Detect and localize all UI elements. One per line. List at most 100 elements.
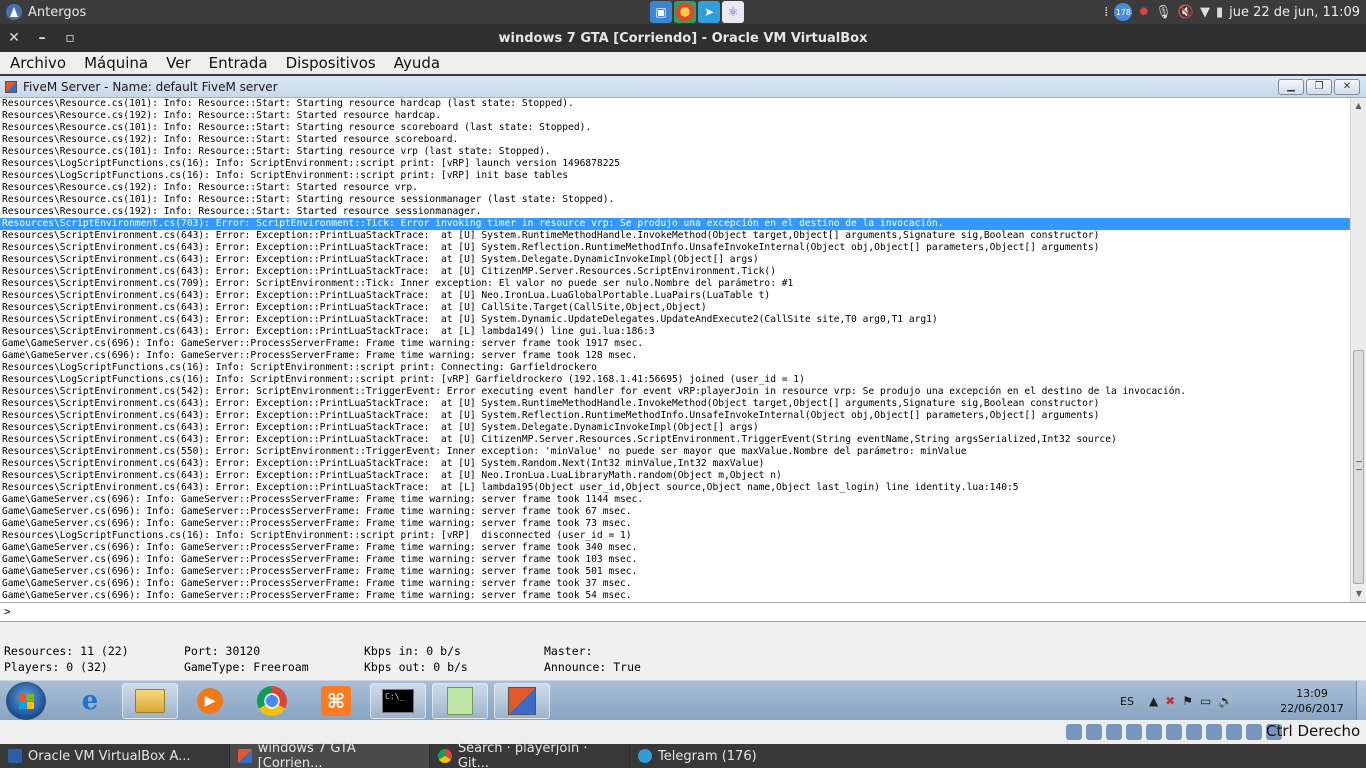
host-clock[interactable]: jue 22 de jun, 11:09 — [1229, 5, 1360, 20]
log-line[interactable]: Resources\ScriptEnvironment.cs(643): Err… — [0, 458, 1350, 470]
log-line[interactable]: Resources\ScriptEnvironment.cs(643): Err… — [0, 326, 1350, 338]
log-line[interactable]: Game\GameServer.cs(696): Info: GameServe… — [0, 578, 1350, 590]
log-line[interactable]: Resources\ScriptEnvironment.cs(703): Err… — [0, 218, 1350, 230]
log-line[interactable]: Resources\ScriptEnvironment.cs(643): Err… — [0, 398, 1350, 410]
server-console-log[interactable]: Resources\Resource.cs(101): Info: Resour… — [0, 98, 1350, 602]
flag-tray-icon[interactable]: ⚑ — [1182, 694, 1193, 708]
log-line[interactable]: Resources\Resource.cs(101): Info: Resour… — [0, 98, 1350, 110]
volume-muted-icon[interactable]: 🔇 — [1178, 5, 1194, 20]
fivem-close-button[interactable]: ✕ — [1334, 79, 1360, 95]
fivem-server-taskbar-icon[interactable] — [494, 683, 550, 719]
cpu-icon[interactable] — [1226, 724, 1242, 740]
explorer-taskbar-icon[interactable] — [122, 683, 178, 719]
host-task-virtualbox[interactable]: Oracle VM VirtualBox A... — [0, 744, 230, 768]
chrome-launcher-icon[interactable] — [674, 1, 696, 23]
fivem-restore-button[interactable]: ❐ — [1306, 79, 1332, 95]
log-line[interactable]: Resources\ScriptEnvironment.cs(643): Err… — [0, 266, 1350, 278]
tray-expand-icon[interactable]: ▲ — [1149, 694, 1158, 708]
menu-ver[interactable]: Ver — [156, 54, 199, 72]
log-line[interactable]: Resources\ScriptEnvironment.cs(643): Err… — [0, 254, 1350, 266]
usb-icon[interactable] — [1146, 724, 1162, 740]
log-line[interactable]: Game\GameServer.cs(696): Info: GameServe… — [0, 350, 1350, 362]
recording-icon[interactable] — [1206, 724, 1222, 740]
log-line[interactable]: Resources\LogScriptFunctions.cs(16): Inf… — [0, 158, 1350, 170]
menu-archivo[interactable]: Archivo — [0, 54, 74, 72]
display-icon[interactable] — [1186, 724, 1202, 740]
screenshot-app-icon[interactable]: ▣ — [650, 1, 672, 23]
fivem-minimize-button[interactable]: ▁ — [1278, 79, 1304, 95]
log-line[interactable]: Resources\Resource.cs(101): Info: Resour… — [0, 194, 1350, 206]
host-task-telegram[interactable]: Telegram (176) — [630, 744, 830, 768]
log-line[interactable]: Game\GameServer.cs(696): Info: GameServe… — [0, 518, 1350, 530]
language-indicator[interactable]: ES — [1120, 695, 1134, 708]
log-line[interactable]: Game\GameServer.cs(696): Info: GameServe… — [0, 494, 1350, 506]
log-line[interactable]: Game\GameServer.cs(696): Info: GameServe… — [0, 542, 1350, 554]
vbox-maximize-icon[interactable]: ▫ — [56, 30, 84, 46]
log-line[interactable]: Game\GameServer.cs(696): Info: GameServe… — [0, 338, 1350, 350]
command-input[interactable]: > — [0, 602, 1366, 622]
vbox-minimize-icon[interactable]: – — [28, 30, 56, 46]
log-line[interactable]: Resources\ScriptEnvironment.cs(643): Err… — [0, 482, 1350, 494]
menu-dispositivos[interactable]: Dispositivos — [276, 54, 384, 72]
start-button[interactable] — [6, 682, 46, 720]
log-line[interactable]: Resources\ScriptEnvironment.cs(643): Err… — [0, 242, 1350, 254]
atom-launcher-icon[interactable]: ⚛ — [722, 1, 744, 23]
telegram-launcher-icon[interactable]: ➤ — [698, 1, 720, 23]
optical-drive-icon[interactable] — [1086, 724, 1102, 740]
log-line[interactable]: Resources\Resource.cs(101): Info: Resour… — [0, 146, 1350, 158]
log-line[interactable]: Game\GameServer.cs(696): Info: GameServe… — [0, 566, 1350, 578]
log-line[interactable]: Resources\Resource.cs(192): Info: Resour… — [0, 206, 1350, 218]
bug-icon[interactable]: ✹ — [1138, 5, 1149, 20]
volume-tray-icon[interactable]: 🔊 — [1218, 694, 1233, 708]
host-task-chrome[interactable]: Search · playerjoin · Git... — [430, 741, 630, 768]
log-line[interactable]: Resources\ScriptEnvironment.cs(550): Err… — [0, 446, 1350, 458]
log-line[interactable]: Resources\LogScriptFunctions.cs(16): Inf… — [0, 374, 1350, 386]
notepad-taskbar-icon[interactable] — [432, 683, 488, 719]
log-line[interactable]: Resources\ScriptEnvironment.cs(643): Err… — [0, 302, 1350, 314]
console-scrollbar[interactable]: ▲ ▼ — [1350, 98, 1366, 602]
log-line[interactable]: Game\GameServer.cs(696): Info: GameServe… — [0, 506, 1350, 518]
host-task-vm-window[interactable]: windows 7 GTA [Corrien... — [230, 741, 430, 768]
log-line[interactable]: Resources\Resource.cs(192): Info: Resour… — [0, 182, 1350, 194]
monitor-tray-icon[interactable]: ▭ — [1200, 694, 1211, 708]
log-line[interactable]: Resources\ScriptEnvironment.cs(643): Err… — [0, 470, 1350, 482]
log-line[interactable]: Resources\ScriptEnvironment.cs(643): Err… — [0, 410, 1350, 422]
log-line[interactable]: Resources\ScriptEnvironment.cs(643): Err… — [0, 290, 1350, 302]
menu-entrada[interactable]: Entrada — [199, 54, 276, 72]
log-line[interactable]: Resources\ScriptEnvironment.cs(643): Err… — [0, 314, 1350, 326]
scrollbar-thumb[interactable] — [1353, 350, 1364, 584]
log-line[interactable]: Resources\LogScriptFunctions.cs(16): Inf… — [0, 530, 1350, 542]
log-line[interactable]: Resources\ScriptEnvironment.cs(542): Err… — [0, 386, 1350, 398]
log-line[interactable]: Resources\ScriptEnvironment.cs(643): Err… — [0, 422, 1350, 434]
log-line[interactable]: Game\GameServer.cs(696): Info: GameServe… — [0, 590, 1350, 602]
cmd-taskbar-icon[interactable]: C:\_ — [370, 683, 426, 719]
log-line[interactable]: Resources\Resource.cs(192): Info: Resour… — [0, 134, 1350, 146]
log-line[interactable]: Resources\LogScriptFunctions.cs(16): Inf… — [0, 170, 1350, 182]
scroll-down-icon[interactable]: ▼ — [1351, 586, 1366, 602]
shared-folder-icon[interactable] — [1166, 724, 1182, 740]
log-line[interactable]: Game\GameServer.cs(696): Info: GameServe… — [0, 554, 1350, 566]
distro-menu[interactable]: Antergos — [6, 4, 86, 20]
log-line[interactable]: Resources\ScriptEnvironment.cs(643): Err… — [0, 230, 1350, 242]
audio-icon[interactable] — [1106, 724, 1122, 740]
network-icon[interactable] — [1126, 724, 1142, 740]
log-line[interactable]: Resources\Resource.cs(101): Info: Resour… — [0, 122, 1350, 134]
show-desktop-button[interactable] — [1356, 681, 1366, 721]
network-error-icon[interactable]: ✖ — [1165, 694, 1175, 708]
menu-ayuda[interactable]: Ayuda — [384, 54, 448, 72]
battery-icon[interactable]: ▮ — [1216, 5, 1223, 20]
hdd-icon[interactable] — [1066, 724, 1082, 740]
mic-icon[interactable]: 🎙 — [1155, 5, 1172, 20]
log-line[interactable]: Resources\LogScriptFunctions.cs(16): Inf… — [0, 362, 1350, 374]
mouse-integration-icon[interactable] — [1246, 724, 1262, 740]
xampp-taskbar-icon[interactable]: ⌘ — [308, 683, 364, 719]
scroll-up-icon[interactable]: ▲ — [1351, 98, 1366, 114]
media-player-taskbar-icon[interactable]: ▶ — [182, 683, 238, 719]
log-line[interactable]: Resources\ScriptEnvironment.cs(643): Err… — [0, 434, 1350, 446]
guest-clock[interactable]: 13:09 22/06/2017 — [1272, 686, 1352, 716]
ie-taskbar-icon[interactable]: e — [62, 683, 118, 719]
log-line[interactable]: Resources\Resource.cs(192): Info: Resour… — [0, 110, 1350, 122]
vbox-close-icon[interactable]: ✕ — [0, 30, 28, 46]
log-line[interactable]: Resources\ScriptEnvironment.cs(709): Err… — [0, 278, 1350, 290]
menu-maquina[interactable]: Máquina — [74, 54, 156, 72]
